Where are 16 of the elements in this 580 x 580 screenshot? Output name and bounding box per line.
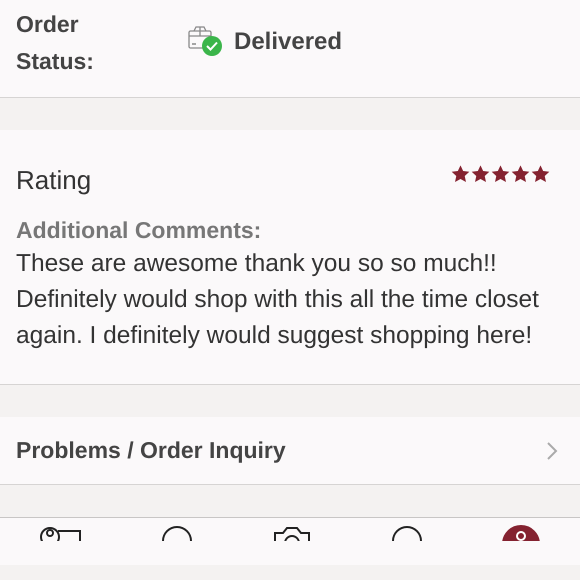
rating-title: Rating <box>16 164 92 197</box>
star-icon <box>471 165 490 183</box>
status-value: Delivered <box>234 28 342 56</box>
comments-label: Additional Comments: <box>16 216 262 245</box>
chevron-right-icon <box>546 440 558 460</box>
star-icon <box>451 165 470 183</box>
status-label: Order Status: <box>16 10 95 76</box>
star-icon <box>511 165 530 183</box>
camera-icon[interactable] <box>272 525 311 541</box>
profile-icon[interactable] <box>502 525 540 541</box>
closet-icon[interactable] <box>40 525 82 541</box>
delivered-package-icon <box>188 26 224 58</box>
comment-text: These are awesome thank you so so much!! Definitely would shop with this all the time closet again. I definitely would suggest shopping here! <box>16 249 540 351</box>
star-icon <box>491 165 510 183</box>
star-icon <box>531 165 550 183</box>
problems-link[interactable]: Problems / Order Inquiry <box>0 417 580 485</box>
